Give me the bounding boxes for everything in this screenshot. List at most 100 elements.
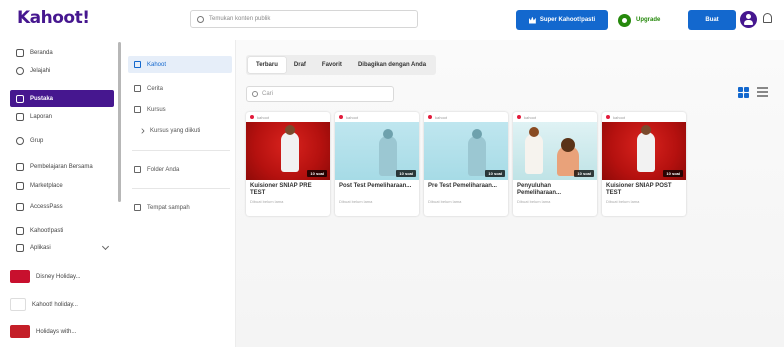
kahoot-card[interactable]: kahoot 10 soal Kuisioner SNIAP PRE TEST … bbox=[246, 112, 330, 216]
folder-item-kahoots[interactable]: Kahoot bbox=[128, 56, 232, 73]
owner-icon bbox=[250, 115, 254, 119]
sidebar-item-label: Marketplace bbox=[30, 182, 63, 189]
sidebar-item-groups[interactable]: Grup bbox=[10, 132, 114, 149]
divider bbox=[132, 188, 230, 189]
sidebar-item-accesspass[interactable]: AccessPass bbox=[10, 198, 114, 215]
kahoot-card[interactable]: kahoot 10 soal Pre Test Pemeliharaan... … bbox=[424, 112, 508, 216]
sidebar-scrollbar[interactable] bbox=[118, 42, 121, 202]
sidebar-item-label: Jelajahi bbox=[30, 67, 51, 74]
promo-label: Holidays with... bbox=[36, 328, 77, 335]
folder-item-label: Kahoot bbox=[147, 61, 167, 68]
search-icon bbox=[197, 15, 204, 23]
left-sidebar: Beranda Jelajahi Pustaka Laporan Grup Pe… bbox=[0, 40, 122, 347]
kahoot-plus-button[interactable]: Super Kahoot!pasti bbox=[516, 10, 608, 30]
apps-icon bbox=[16, 243, 24, 252]
sidebar-item-kahoot-plus[interactable]: Kahoot!pasti bbox=[10, 222, 114, 239]
folder-item-trash[interactable]: Tempat sampah bbox=[128, 199, 232, 216]
chevron-right-icon bbox=[139, 127, 145, 134]
upgrade-label: Upgrade bbox=[636, 17, 661, 23]
avatar[interactable] bbox=[740, 11, 757, 28]
sidebar-item-apps[interactable]: Aplikasi bbox=[10, 239, 114, 256]
folder-item-label: Cerita bbox=[147, 85, 164, 92]
promo-item[interactable]: Holidays with... bbox=[10, 323, 118, 340]
card-meta: Dibuat belum lama bbox=[606, 199, 640, 204]
library-search-placeholder: Cari bbox=[262, 91, 274, 97]
card-meta: Dibuat belum lama bbox=[250, 199, 284, 204]
card-title: Kuisioner SNIAP POST TEST bbox=[606, 183, 672, 196]
card-cover-image: 10 soal bbox=[602, 122, 686, 180]
folder-item-label: Tempat sampah bbox=[147, 204, 190, 211]
sidebar-item-home[interactable]: Beranda bbox=[10, 44, 114, 61]
create-button[interactable]: Buat bbox=[688, 10, 736, 30]
card-title: Post Test Pemeliharaan... bbox=[339, 183, 412, 189]
tab-favorites[interactable]: Favorit bbox=[314, 57, 350, 73]
owner-icon bbox=[517, 115, 521, 119]
kahoot-logo[interactable]: Kahoot! bbox=[17, 8, 90, 28]
promo-thumbnail bbox=[10, 270, 30, 283]
card-owner: kahoot bbox=[513, 112, 597, 122]
card-meta: Dibuat belum lama bbox=[517, 199, 551, 204]
main-content: Terbaru Draf Favorit Dibagikan dengan An… bbox=[236, 40, 784, 347]
course-icon bbox=[134, 106, 141, 113]
sidebar-item-label: Kahoot!pasti bbox=[30, 227, 64, 234]
folder-item-your-folders[interactable]: Folder Anda bbox=[128, 161, 232, 178]
kahoot-plus-label: Super Kahoot!pasti bbox=[539, 17, 596, 23]
question-count-badge: 10 soal bbox=[485, 170, 505, 177]
sidebar-item-reports[interactable]: Laporan bbox=[10, 108, 114, 125]
upgrade-button[interactable]: Upgrade bbox=[614, 10, 680, 30]
question-count-badge: 10 soal bbox=[574, 170, 594, 177]
promo-item[interactable]: Disney Holiday... bbox=[10, 268, 118, 285]
sidebar-item-library[interactable]: Pustaka bbox=[10, 90, 114, 107]
folder-item-courses[interactable]: Kursus bbox=[128, 101, 232, 118]
sidebar-item-label: Aplikasi bbox=[30, 244, 51, 251]
list-icon bbox=[16, 94, 24, 103]
folder-item-label: Kursus yang diikuti bbox=[150, 127, 201, 134]
sidebar-item-label: Beranda bbox=[30, 49, 53, 56]
tab-shared[interactable]: Dibagikan dengan Anda bbox=[350, 57, 434, 73]
group-icon bbox=[16, 136, 24, 145]
sidebar-item-label: AccessPass bbox=[30, 203, 63, 210]
search-icon bbox=[252, 91, 258, 97]
library-tabs: Terbaru Draf Favorit Dibagikan dengan An… bbox=[246, 55, 437, 75]
question-count-badge: 10 soal bbox=[663, 170, 683, 177]
kahoot-icon bbox=[134, 61, 141, 68]
card-meta: Dibuat belum lama bbox=[339, 199, 373, 204]
pass-icon bbox=[16, 202, 24, 211]
card-owner: kahoot bbox=[424, 112, 508, 122]
story-icon bbox=[134, 85, 141, 92]
folder-panel: Kahoot Cerita Kursus Kursus yang diikuti… bbox=[124, 40, 236, 347]
card-cover-image: 10 soal bbox=[513, 122, 597, 180]
grid-view-icon[interactable] bbox=[738, 87, 749, 98]
divider bbox=[132, 150, 230, 151]
chevron-down-icon bbox=[101, 242, 110, 251]
tab-drafts[interactable]: Draf bbox=[286, 57, 314, 73]
sidebar-item-discover[interactable]: Jelajahi bbox=[10, 62, 114, 79]
tab-recent[interactable]: Terbaru bbox=[248, 57, 286, 73]
folder-item-label: Folder Anda bbox=[147, 166, 180, 173]
folder-item-label: Kursus bbox=[147, 106, 166, 113]
upgrade-icon bbox=[618, 13, 631, 27]
kahoot-card[interactable]: kahoot 10 soal Kuisioner SNIAP POST TEST… bbox=[602, 112, 686, 216]
kahoot-card[interactable]: kahoot 10 soal Post Test Pemeliharaan...… bbox=[335, 112, 419, 216]
folder-item-followed-courses[interactable]: Kursus yang diikuti bbox=[128, 122, 232, 139]
bell-icon[interactable] bbox=[763, 13, 772, 23]
search-input[interactable]: Temukan konten publik bbox=[190, 10, 418, 28]
promo-item[interactable]: Kahoot! holiday... bbox=[10, 296, 118, 313]
top-bar: Kahoot! Temukan konten publik Super Kaho… bbox=[0, 0, 784, 40]
sidebar-item-learning[interactable]: Pembelajaran Bersama bbox=[10, 158, 114, 175]
card-owner: kahoot bbox=[335, 112, 419, 122]
kahoot-card[interactable]: kahoot 10 soal Penyuluhan Pemeliharaan..… bbox=[513, 112, 597, 216]
sidebar-item-marketplace[interactable]: Marketplace bbox=[10, 177, 114, 194]
owner-icon bbox=[428, 115, 432, 119]
library-search-input[interactable]: Cari bbox=[246, 86, 394, 102]
list-view-icon[interactable] bbox=[757, 87, 768, 98]
home-icon bbox=[16, 48, 24, 57]
card-title: Penyuluhan Pemeliharaan... bbox=[517, 183, 562, 196]
folder-item-stories[interactable]: Cerita bbox=[128, 80, 232, 97]
question-count-badge: 10 soal bbox=[396, 170, 416, 177]
promo-thumbnail bbox=[10, 325, 30, 338]
sidebar-item-label: Grup bbox=[30, 137, 44, 144]
promo-label: Kahoot! holiday... bbox=[32, 301, 78, 308]
chart-icon bbox=[16, 112, 24, 121]
crown-icon bbox=[528, 16, 536, 24]
